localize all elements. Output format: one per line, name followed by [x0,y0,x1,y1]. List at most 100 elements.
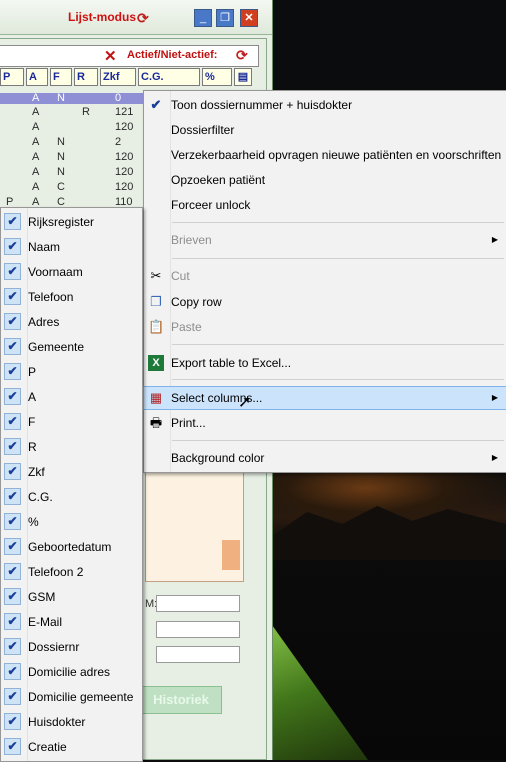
header-label: Zkf [103,71,120,83]
scroll-corner[interactable] [222,540,240,570]
table-row[interactable]: A N 120 [0,152,144,163]
column-option-geboortedatum[interactable]: ✔ Geboortedatum [1,536,142,558]
column-option-rijksregister[interactable]: ✔ Rijksregister [1,211,142,233]
restore-button[interactable]: ❐ [216,9,234,27]
checkmark-icon: ✔ [4,238,21,255]
menu-item-toon-dossiernummer[interactable]: ✔ Toon dossiernummer + huisdokter [144,94,506,116]
checkmark-icon: ✔ [4,538,21,555]
refresh-filter-icon[interactable]: ⟳ [236,47,248,64]
table-row[interactable]: A C 120 [0,182,144,193]
table-row[interactable]: A N 120 [0,167,144,178]
checkmark-icon: ✔ [4,388,21,405]
checkmark-icon: ✔ [4,213,21,230]
menu-separator [172,222,504,223]
column-option-f[interactable]: ✔ F [1,411,142,433]
history-button[interactable]: Historiek [140,686,222,714]
column-option-huisdokter[interactable]: ✔ Huisdokter [1,711,142,733]
menu-item-opzoeken-patient[interactable]: Opzoeken patiënt [144,169,506,191]
context-menu: ✔ Toon dossiernummer + huisdokter Dossier… [143,90,506,473]
checkmark-icon: ✔ [4,488,21,505]
minimize-button[interactable]: _ [194,9,212,27]
checkmark-icon: ✔ [4,463,21,480]
column-option-creatie[interactable]: ✔ Creatie [1,736,142,758]
filter-label: Actief/Niet-actief: [127,49,218,61]
submenu-arrow-icon: ▶ [491,453,498,462]
column-option-telefoon[interactable]: ✔ Telefoon [1,286,142,308]
column-chooser-icon[interactable]: ▤ [234,68,252,86]
menu-item-cut: ✂ Cut [144,265,506,287]
menu-separator [172,258,504,259]
column-option-a[interactable]: ✔ A [1,386,142,408]
column-option-p[interactable]: ✔ P [1,361,142,383]
checkmark-icon: ✔ [4,688,21,705]
column-option-gsm[interactable]: ✔ GSM [1,586,142,608]
column-header-a[interactable]: A [26,68,48,86]
checkmark-icon: ✔ [4,313,21,330]
menu-separator [172,379,504,380]
column-header-cg[interactable]: C.G. [138,68,200,86]
mode-label: Lijst-modus [68,10,136,24]
mouse-cursor-icon: ➚ [238,394,252,411]
column-option-dossiernr[interactable]: ✔ Dossiernr [1,636,142,658]
menu-item-dossierfilter[interactable]: Dossierfilter [144,119,506,141]
checkmark-icon: ✔ [4,288,21,305]
checkmark-icon: ✔ [4,563,21,580]
column-option-telefoon-2[interactable]: ✔ Telefoon 2 [1,561,142,583]
excel-icon: X [148,355,164,371]
checkmark-icon: ✔ [4,413,21,430]
column-header-percent[interactable]: % [202,68,232,86]
column-option-naam[interactable]: ✔ Naam [1,236,142,258]
column-option-percent[interactable]: ✔% [1,511,142,533]
menu-item-background-color[interactable]: Background color ▶ [144,447,506,469]
column-header-zkf[interactable]: Zkf [100,68,136,86]
copy-icon: ❐ [150,294,162,309]
table-row[interactable]: AN2 [0,137,144,148]
header-label: % [205,71,215,83]
checkmark-icon: ✔ [4,338,21,355]
column-option-adres[interactable]: ✔ Adres [1,311,142,333]
checkmark-icon: ✔ [4,363,21,380]
checkmark-icon: ✔ [4,513,21,530]
table-row[interactable]: A R 121 [0,107,144,118]
checkmark-icon: ✔ [4,438,21,455]
checkmark-icon: ✔ [4,588,21,605]
close-button[interactable]: ✕ [240,9,258,27]
menu-item-copy-row[interactable]: ❐ Copy row [144,291,506,313]
scissors-icon: ✂ [150,268,162,283]
paste-icon: 📋 [148,319,165,334]
refresh-icon[interactable]: ⟳ [137,10,149,27]
menu-item-export-excel[interactable]: X Export table to Excel... [144,352,506,374]
column-option-domicilie-gemeente[interactable]: ✔ Domicilie gemeente [1,686,142,708]
column-option-cg[interactable]: ✔ C.G. [1,486,142,508]
column-header-r[interactable]: R [74,68,98,86]
column-option-email[interactable]: ✔ E-Mail [1,611,142,633]
menu-item-select-columns[interactable]: ▦ Select columns... ▶ [143,386,506,410]
column-option-gemeente[interactable]: ✔ Gemeente [1,336,142,358]
column-header-f[interactable]: F [50,68,72,86]
checkmark-icon: ✔ [4,263,21,280]
detail-field[interactable] [156,646,240,663]
table-row[interactable]: A 120 [0,122,144,133]
detail-field[interactable] [156,595,240,612]
column-option-r[interactable]: ✔ R [1,436,142,458]
checkmark-icon: ✔ [4,713,21,730]
column-option-zkf[interactable]: ✔ Zkf [1,461,142,483]
column-option-domicilie-adres[interactable]: ✔ Domicilie adres [1,661,142,683]
table-row[interactable]: AN0 [0,93,144,104]
menu-item-print[interactable]: 🖶 Print... [144,412,506,434]
column-header-p[interactable]: P [0,68,24,86]
menu-item-verzekerbaarheid[interactable]: Verzekerbaarheid opvragen nieuwe patiënt… [144,144,506,166]
detail-field[interactable] [156,621,240,638]
column-option-voornaam[interactable]: ✔ Voornaam [1,261,142,283]
columns-icon: ▦ [149,390,163,405]
menu-item-brieven: Brieven ▶ [144,229,506,251]
checkmark-icon: ✔ [150,97,162,112]
checkmark-icon: ✔ [4,738,21,755]
menu-separator [172,440,504,441]
submenu-arrow-icon: ▶ [491,393,498,402]
menu-item-forceer-unlock[interactable]: Forceer unlock [144,194,506,216]
checkmark-icon: ✔ [4,613,21,630]
header-label: F [53,71,60,83]
checkmark-icon: ✔ [4,663,21,680]
clear-filter-icon[interactable]: ✕ [104,47,117,65]
